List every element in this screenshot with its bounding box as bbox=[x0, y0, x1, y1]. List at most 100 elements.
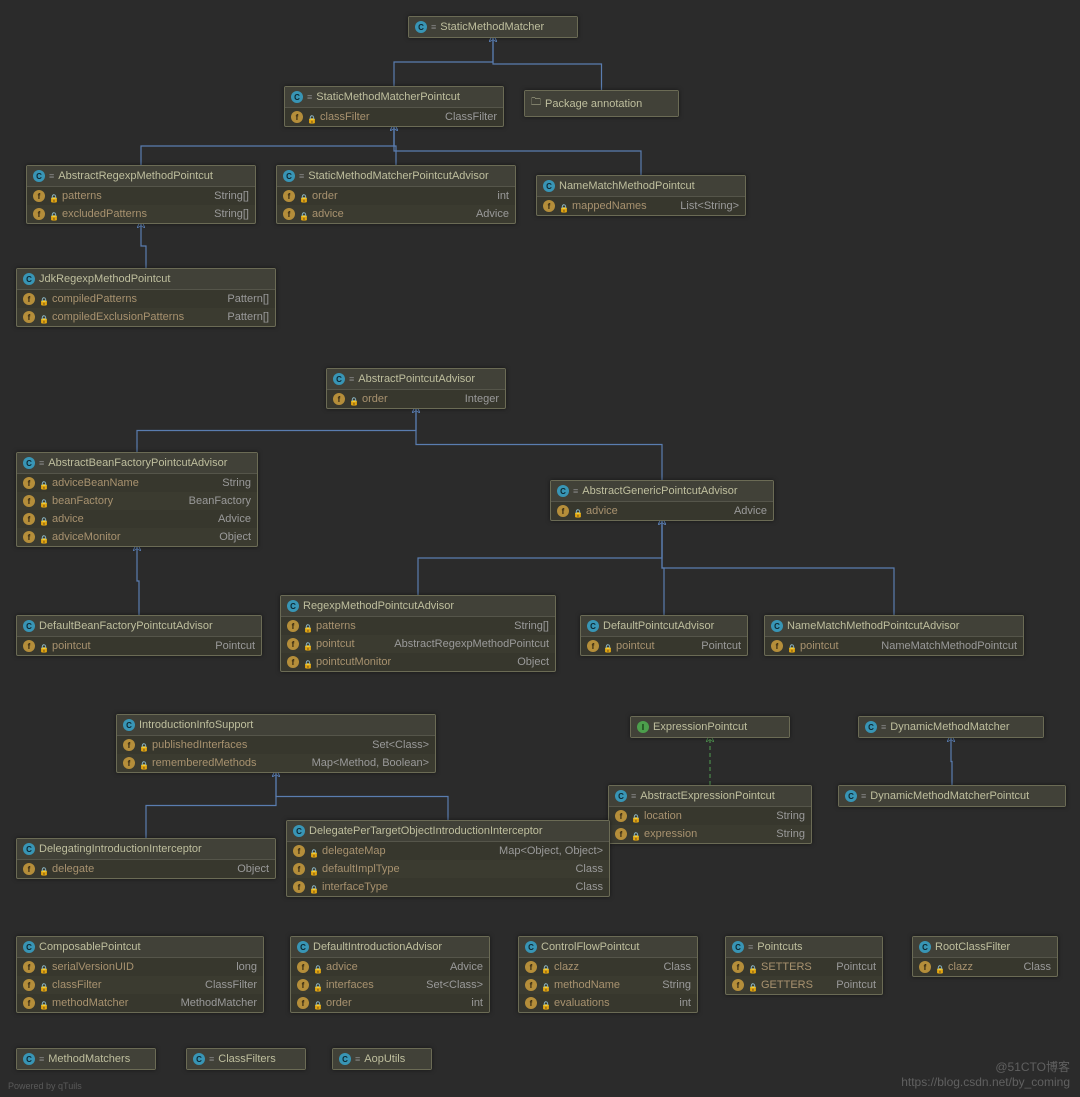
lock-icon bbox=[303, 658, 312, 667]
field-type: Object bbox=[219, 531, 251, 543]
field-row: finterfacesSet<Class> bbox=[291, 976, 489, 994]
field-row: fexcludedPatternsString[] bbox=[27, 205, 255, 223]
field-icon: f bbox=[771, 640, 783, 652]
class-node-smm[interactable]: C≡StaticMethodMatcher bbox=[408, 16, 578, 38]
connector-line bbox=[276, 773, 448, 820]
abstract-icon: ≡ bbox=[349, 374, 354, 384]
class-name-label: DefaultPointcutAdvisor bbox=[603, 620, 714, 632]
field-icon: f bbox=[293, 881, 305, 893]
class-node-dpoii[interactable]: CDelegatePerTargetObjectIntroductionInte… bbox=[286, 820, 610, 897]
field-type: Object bbox=[517, 656, 549, 668]
class-node-pcs[interactable]: C≡PointcutsfSETTERSPointcutfGETTERSPoint… bbox=[725, 936, 883, 995]
class-node-nmmp[interactable]: CNameMatchMethodPointcutfmappedNamesList… bbox=[536, 175, 746, 216]
class-node-cf[interactable]: C≡ClassFilters bbox=[186, 1048, 306, 1070]
class-name-label: NameMatchMethodPointcut bbox=[559, 180, 695, 192]
field-name: delegateMap bbox=[322, 845, 386, 857]
class-node-smmp[interactable]: C≡StaticMethodMatcherPointcutfclassFilte… bbox=[284, 86, 504, 127]
lock-icon bbox=[631, 830, 640, 839]
class-node-apa[interactable]: C≡AbstractPointcutAdvisorforderInteger bbox=[326, 368, 506, 409]
field-icon: f bbox=[293, 845, 305, 857]
field-row: fcompiledExclusionPatternsPattern[] bbox=[17, 308, 275, 326]
field-icon: f bbox=[291, 111, 303, 123]
field-name: delegate bbox=[52, 863, 94, 875]
class-icon: C bbox=[23, 843, 35, 855]
lock-icon bbox=[139, 759, 148, 768]
field-icon: f bbox=[732, 979, 744, 991]
class-name-label: JdkRegexpMethodPointcut bbox=[39, 273, 170, 285]
field-row: fmethodNameString bbox=[519, 976, 697, 994]
field-name: pointcutMonitor bbox=[316, 656, 391, 668]
class-icon: C bbox=[333, 373, 345, 385]
lock-icon bbox=[39, 642, 48, 651]
class-node-dbfpa[interactable]: CDefaultBeanFactoryPointcutAdvisorfpoint… bbox=[16, 615, 262, 656]
field-name: pointcut bbox=[52, 640, 91, 652]
class-icon: C bbox=[297, 941, 309, 953]
field-row: finterfaceTypeClass bbox=[287, 878, 609, 896]
class-node-aexp[interactable]: C≡AbstractExpressionPointcutflocationStr… bbox=[608, 785, 812, 844]
field-name: defaultImplType bbox=[322, 863, 400, 875]
field-name: patterns bbox=[62, 190, 102, 202]
field-row: fadviceBeanNameString bbox=[17, 474, 257, 492]
class-icon: C bbox=[339, 1053, 351, 1065]
class-node-cp[interactable]: CComposablePointcutfserialVersionUIDlong… bbox=[16, 936, 264, 1013]
class-node-mm[interactable]: C≡MethodMatchers bbox=[16, 1048, 156, 1070]
class-node-rmpa[interactable]: CRegexpMethodPointcutAdvisorfpatternsStr… bbox=[280, 595, 556, 672]
field-type: Pattern[] bbox=[227, 293, 269, 305]
class-icon: C bbox=[193, 1053, 205, 1065]
field-type: String bbox=[776, 828, 805, 840]
class-title: CJdkRegexpMethodPointcut bbox=[17, 269, 275, 290]
field-icon: f bbox=[525, 961, 537, 973]
lock-icon bbox=[313, 981, 322, 990]
class-title: C≡StaticMethodMatcherPointcutAdvisor bbox=[277, 166, 515, 187]
field-row: fclazzClass bbox=[519, 958, 697, 976]
class-node-dmm[interactable]: C≡DynamicMethodMatcher bbox=[858, 716, 1044, 738]
class-node-dmmp[interactable]: C≡DynamicMethodMatcherPointcut bbox=[838, 785, 1066, 807]
field-icon: f bbox=[297, 979, 309, 991]
class-name-label: AbstractBeanFactoryPointcutAdvisor bbox=[48, 457, 227, 469]
class-node-iis[interactable]: CIntroductionInfoSupportfpublishedInterf… bbox=[116, 714, 436, 773]
class-icon: C bbox=[525, 941, 537, 953]
lock-icon bbox=[349, 395, 358, 404]
class-node-rcf[interactable]: CRootClassFilterfclazzClass bbox=[912, 936, 1058, 977]
field-icon: f bbox=[525, 979, 537, 991]
field-icon: f bbox=[23, 477, 35, 489]
class-node-dii[interactable]: CDelegatingIntroductionInterceptorfdeleg… bbox=[16, 838, 276, 879]
field-name: excludedPatterns bbox=[62, 208, 147, 220]
lock-icon bbox=[935, 963, 944, 972]
class-node-dpa[interactable]: CDefaultPointcutAdvisorfpointcutPointcut bbox=[580, 615, 748, 656]
lock-icon bbox=[748, 963, 757, 972]
class-node-ep[interactable]: IExpressionPointcut bbox=[630, 716, 790, 738]
field-name: mappedNames bbox=[572, 200, 647, 212]
class-node-jrmp[interactable]: CJdkRegexpMethodPointcutfcompiledPattern… bbox=[16, 268, 276, 327]
lock-icon bbox=[39, 981, 48, 990]
field-name: SETTERS bbox=[761, 961, 812, 973]
field-row: fGETTERSPointcut bbox=[726, 976, 882, 994]
class-title: C≡AbstractBeanFactoryPointcutAdvisor bbox=[17, 453, 257, 474]
field-icon: f bbox=[123, 757, 135, 769]
field-name: advice bbox=[52, 513, 84, 525]
field-icon: f bbox=[557, 505, 569, 517]
class-icon: C bbox=[23, 1053, 35, 1065]
field-name: advice bbox=[586, 505, 618, 517]
class-icon: C bbox=[283, 170, 295, 182]
class-name-label: AbstractGenericPointcutAdvisor bbox=[582, 485, 737, 497]
lock-icon bbox=[787, 642, 796, 651]
field-row: fevaluationsint bbox=[519, 994, 697, 1012]
class-node-pkg[interactable]: 🗀Package annotation bbox=[524, 90, 679, 117]
class-icon: C bbox=[23, 457, 35, 469]
class-title: CIntroductionInfoSupport bbox=[117, 715, 435, 736]
class-node-nmmpa[interactable]: CNameMatchMethodPointcutAdvisorfpointcut… bbox=[764, 615, 1024, 656]
field-name: clazz bbox=[554, 961, 579, 973]
class-node-abfpa[interactable]: C≡AbstractBeanFactoryPointcutAdvisorfadv… bbox=[16, 452, 258, 547]
field-row: fmethodMatcherMethodMatcher bbox=[17, 994, 263, 1012]
class-node-dia[interactable]: CDefaultIntroductionAdvisorfadviceAdvice… bbox=[290, 936, 490, 1013]
class-node-au[interactable]: C≡AopUtils bbox=[332, 1048, 432, 1070]
field-icon: f bbox=[23, 311, 35, 323]
class-node-agpa[interactable]: C≡AbstractGenericPointcutAdvisorfadviceA… bbox=[550, 480, 774, 521]
class-node-cfp[interactable]: CControlFlowPointcutfclazzClassfmethodNa… bbox=[518, 936, 698, 1013]
class-node-smmpa[interactable]: C≡StaticMethodMatcherPointcutAdvisorford… bbox=[276, 165, 516, 224]
abstract-icon: ≡ bbox=[431, 22, 436, 32]
lock-icon bbox=[49, 192, 58, 201]
field-row: fdelegateObject bbox=[17, 860, 275, 878]
class-node-armp[interactable]: C≡AbstractRegexpMethodPointcutfpatternsS… bbox=[26, 165, 256, 224]
